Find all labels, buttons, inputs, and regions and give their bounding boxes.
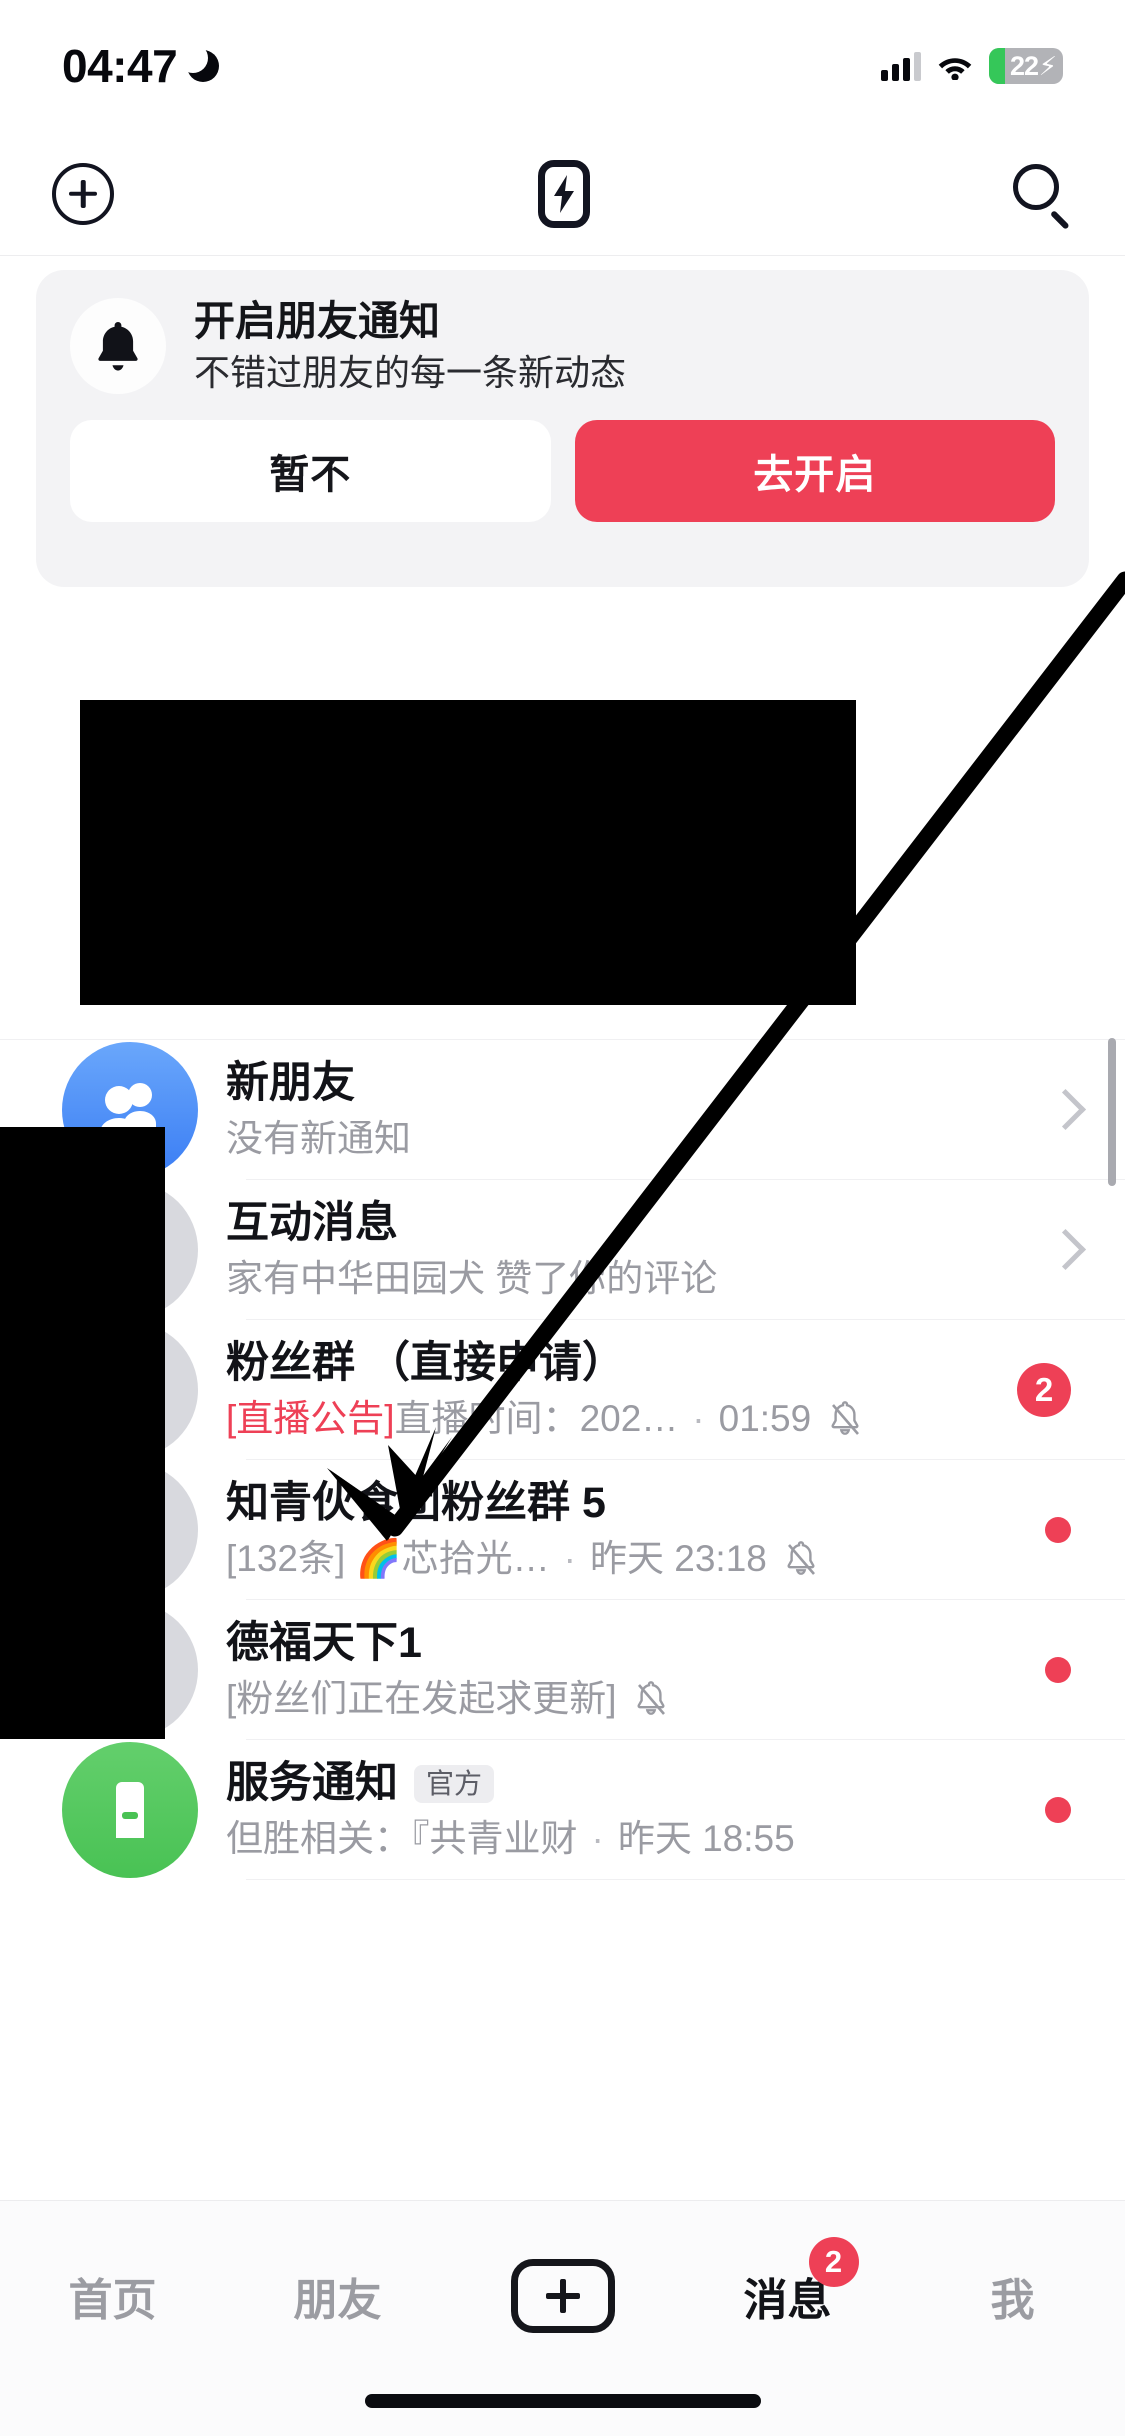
official-tag: 官方 [414, 1765, 495, 1804]
list-item-title: 粉丝群 （直接申请） [226, 1339, 625, 1388]
redaction-box-top [80, 700, 856, 1005]
list-item-accessory [981, 1091, 1071, 1129]
list-item-subtitle: [132条] 🌈芯拾光… · 昨天 23:18 [226, 1537, 981, 1579]
list-item-title: 互动消息 [226, 1199, 398, 1248]
tab-messages[interactable]: 消息 2 [713, 2237, 863, 2333]
notification-card-subtitle: 不错过朋友的每一条新动态 [194, 351, 627, 393]
search-button[interactable] [1013, 163, 1073, 230]
tab-label: 我 [990, 2276, 1035, 2325]
list-item-title: 服务通知 官方 [226, 1761, 981, 1807]
list-item-title-text: 服务通知 [226, 1759, 398, 1808]
list-item-accessory [981, 1231, 1071, 1269]
app-screen: 04:47 22 ⚡ 开启朋友通知 不错过朋友的每一条新动态 暂不 去开启 新朋… [0, 0, 1125, 2436]
notification-card-header: 开启朋友通知 不错过朋友的每一条新动态 [70, 298, 1055, 394]
list-item-subtitle: [直播公告] 直播时间： 202… · 01:59 [226, 1397, 981, 1439]
search-icon [1013, 163, 1073, 230]
notification-card-actions: 暂不 去开启 [70, 420, 1055, 522]
subtitle-text: 但胜相关：『共青业财 [226, 1817, 578, 1859]
tab-label: 首页 [68, 2276, 157, 2325]
list-item-content: 互动消息 家有中华田园犬 赞了你的评论 [226, 1201, 981, 1299]
list-item-subtitle: 没有新通知 [226, 1117, 411, 1159]
list-item-subtitle: [粉丝们正在发起求更新] [226, 1677, 981, 1719]
subtitle-text: [132条] 🌈芯拾光… [226, 1537, 550, 1579]
bell-off-icon [827, 1399, 863, 1439]
subtitle-truncated: 202… [579, 1397, 679, 1439]
list-item-accessory [981, 1797, 1071, 1823]
lightning-button[interactable] [537, 159, 590, 228]
subtitle-separator: · [563, 1537, 576, 1579]
list-item-fan-group[interactable]: 粉丝群 （直接申请） [直播公告] 直播时间： 202… · 01:59 2 [0, 1320, 1125, 1460]
subtitle-separator: · [692, 1397, 705, 1439]
redaction-box-left [0, 1127, 165, 1739]
tab-home[interactable]: 首页 [38, 2259, 188, 2333]
list-item-zhiqing-group[interactable]: 知青伙食团粉丝群 5 [132条] 🌈芯拾光… · 昨天 23:18 [0, 1460, 1125, 1600]
subtitle-text: [粉丝们正在发起求更新] [226, 1677, 617, 1719]
list-item-title: 知青伙食团粉丝群 5 [226, 1479, 606, 1528]
list-item-title: 新朋友 [226, 1059, 355, 1108]
list-item-content: 服务通知 官方 但胜相关：『共青业财 · 昨天 18:55 [226, 1761, 981, 1859]
vertical-scrollbar[interactable] [1108, 1038, 1116, 1186]
status-time: 04:47 [62, 40, 178, 92]
live-announcement-tag: [直播公告] [226, 1397, 395, 1439]
friend-notification-card: 开启朋友通知 不错过朋友的每一条新动态 暂不 去开启 [36, 270, 1089, 587]
enable-notifications-button[interactable]: 去开启 [574, 420, 1055, 522]
unread-red-dot [1045, 1797, 1071, 1823]
unread-red-dot [1045, 1517, 1071, 1543]
battery-icon: 22 ⚡ [989, 48, 1063, 84]
status-bar-left: 04:47 [62, 39, 220, 93]
charging-bolt-icon: ⚡ [1038, 51, 1057, 81]
tab-friends[interactable]: 朋友 [263, 2259, 413, 2333]
moon-icon [178, 43, 220, 82]
list-item-accessory: 2 [981, 1363, 1071, 1417]
chevron-right-icon [1049, 1091, 1071, 1129]
notification-card-title: 开启朋友通知 [194, 297, 440, 344]
plus-box-icon [510, 2259, 615, 2333]
list-item-content: 知青伙食团粉丝群 5 [132条] 🌈芯拾光… · 昨天 23:18 [226, 1481, 981, 1579]
list-item-defu-group[interactable]: 德福天下1 [粉丝们正在发起求更新] [0, 1600, 1125, 1740]
chevron-right-icon [1049, 1231, 1071, 1269]
subtitle-time: 昨天 23:18 [589, 1537, 767, 1579]
subtitle-time: 昨天 18:55 [617, 1817, 795, 1859]
tab-profile[interactable]: 我 [938, 2259, 1088, 2333]
wifi-icon [937, 52, 973, 80]
add-button[interactable] [52, 162, 114, 225]
list-item-interactions[interactable]: 互动消息 家有中华田园犬 赞了你的评论 [0, 1180, 1125, 1320]
notification-card-texts: 开启朋友通知 不错过朋友的每一条新动态 [194, 297, 627, 393]
unread-red-dot [1045, 1657, 1071, 1683]
bell-off-icon [633, 1679, 669, 1719]
app-header [0, 132, 1125, 256]
list-item-content: 粉丝群 （直接申请） [直播公告] 直播时间： 202… · 01:59 [226, 1341, 981, 1439]
home-indicator [364, 2394, 761, 2408]
cellular-signal-icon [881, 51, 921, 81]
subtitle-separator: · [591, 1817, 604, 1859]
list-item-service-notice[interactable]: 服务通知 官方 但胜相关：『共青业财 · 昨天 18:55 [0, 1740, 1125, 1880]
lightning-bolt-icon [537, 159, 590, 228]
unread-badge: 2 [1017, 1363, 1071, 1417]
list-item-title: 德福天下1 [226, 1619, 422, 1668]
list-item-subtitle: 家有中华田园犬 赞了你的评论 [226, 1257, 718, 1299]
list-item-subtitle: 但胜相关：『共青业财 · 昨天 18:55 [226, 1817, 981, 1859]
list-item-content: 德福天下1 [粉丝们正在发起求更新] [226, 1621, 981, 1719]
service-notice-icon [62, 1742, 198, 1878]
plus-circle-icon [52, 162, 114, 225]
bottom-tab-bar: 首页 朋友 消息 2 我 [0, 2200, 1125, 2436]
list-item-content: 新朋友 没有新通知 [226, 1061, 981, 1159]
list-item-accessory [981, 1657, 1071, 1683]
subtitle-text: 直播时间： [394, 1397, 580, 1439]
list-item-new-friends[interactable]: 新朋友 没有新通知 [0, 1040, 1125, 1180]
bell-icon [70, 298, 166, 394]
bell-off-icon [783, 1539, 819, 1579]
status-bar: 04:47 22 ⚡ [0, 0, 1125, 132]
tab-create[interactable] [488, 2259, 638, 2333]
tab-unread-badge: 2 [808, 2237, 859, 2287]
dismiss-button[interactable]: 暂不 [70, 420, 551, 522]
list-item-accessory [981, 1517, 1071, 1543]
subtitle-time: 01:59 [718, 1397, 812, 1439]
status-bar-right: 22 ⚡ [881, 48, 1063, 84]
tab-label: 朋友 [293, 2276, 382, 2325]
